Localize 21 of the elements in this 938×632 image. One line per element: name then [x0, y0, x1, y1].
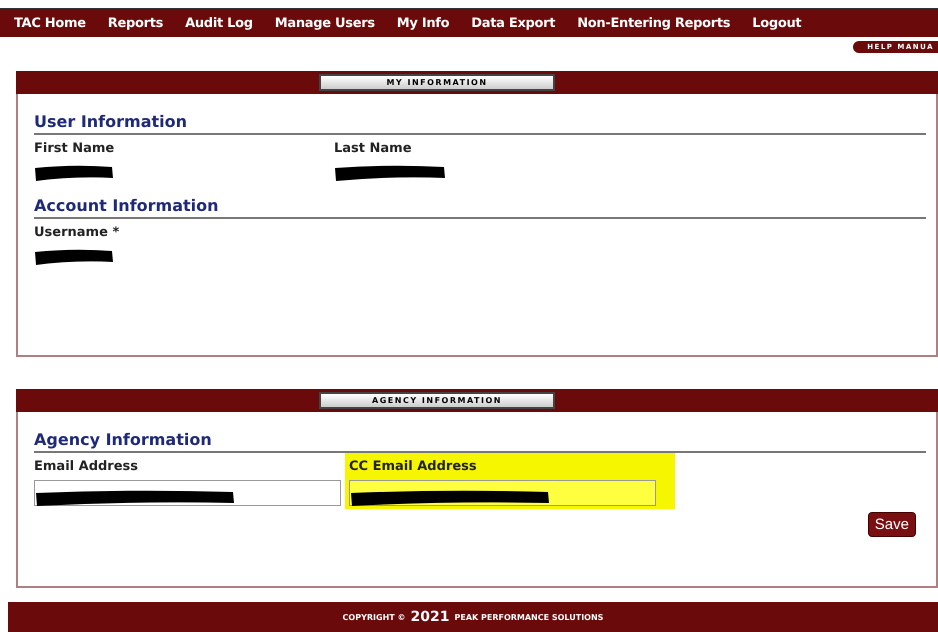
- field-label: Last Name: [334, 140, 413, 156]
- nav-link[interactable]: Logout: [752, 16, 802, 30]
- section-title: Account Information: [34, 196, 926, 219]
- nav-link[interactable]: My Info: [396, 16, 450, 30]
- nav-link[interactable]: Audit Log: [185, 16, 253, 30]
- nav-link[interactable]: Non-Entering Reports: [577, 16, 730, 30]
- field-label: CC Email Address: [349, 458, 478, 474]
- copyright-text: COPYRIGHT ©: [342, 612, 406, 622]
- copyright-year: 2021: [410, 609, 450, 625]
- field-label: Email Address: [34, 458, 140, 474]
- save-button[interactable]: Save: [868, 512, 916, 537]
- nav-link[interactable]: Manage Users: [274, 16, 375, 30]
- field-label: Username *: [34, 224, 120, 240]
- input-field[interactable]: [34, 480, 341, 506]
- section-title: User Information: [34, 112, 926, 135]
- nav-link[interactable]: TAC Home: [14, 16, 86, 30]
- input-field[interactable]: [349, 480, 656, 506]
- field-label: First Name: [34, 140, 116, 156]
- company-name: PEAK PERFORMANCE SOLUTIONS: [454, 612, 604, 622]
- nav-link[interactable]: Reports: [108, 16, 164, 30]
- nav-link[interactable]: Data Export: [471, 16, 556, 30]
